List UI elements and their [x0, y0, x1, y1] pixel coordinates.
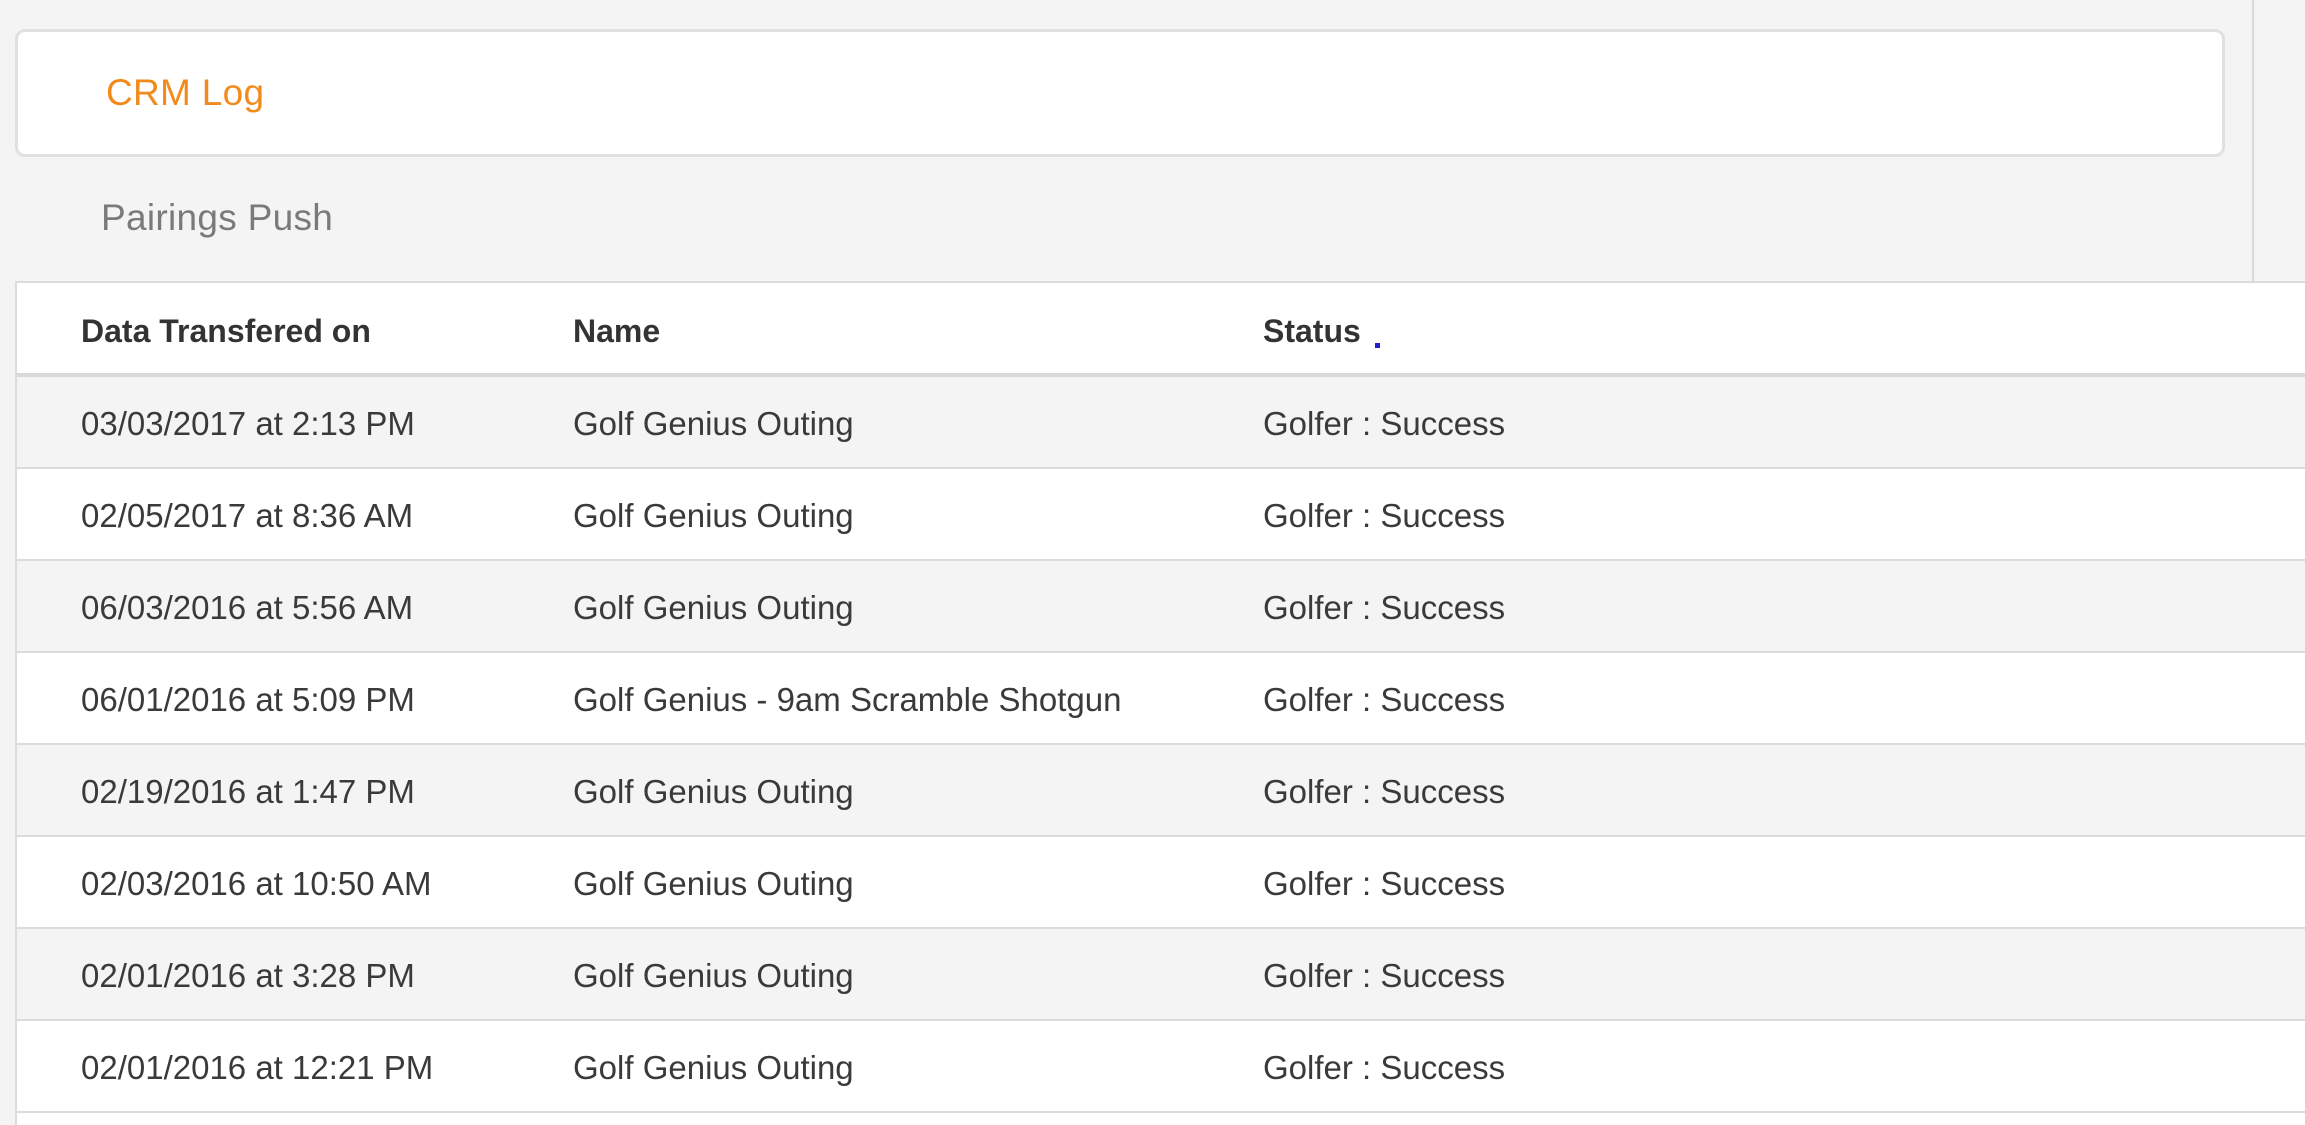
header-status-label: Status	[1263, 313, 1361, 349]
table-row[interactable]: 02/01/2016 at 12:21 PM Golf Genius Outin…	[17, 1021, 2305, 1113]
cell-status: Golfer : Success	[1263, 589, 1506, 626]
cell-name: Golf Genius - 9am Scramble Shotgun	[573, 681, 1122, 718]
cell-date: 02/19/2016 at 1:47 PM	[81, 773, 415, 810]
table-header: Data Transfered on Name Status	[17, 283, 2305, 377]
cell-name: Golf Genius Outing	[573, 865, 854, 902]
sort-indicator-icon	[1374, 343, 1380, 348]
cell-name: Golf Genius Outing	[573, 773, 854, 810]
crm-log-title[interactable]: CRM Log	[106, 72, 264, 114]
cell-date: 02/03/2016 at 10:50 AM	[81, 865, 432, 902]
cell-status: Golfer : Success	[1263, 405, 1506, 442]
cell-date: 02/01/2016 at 3:28 PM	[81, 957, 415, 994]
header-data-transfered-on[interactable]: Data Transfered on	[81, 313, 371, 350]
crm-log-card[interactable]: CRM Log	[15, 29, 2225, 157]
cell-name: Golf Genius Outing	[573, 405, 854, 442]
header-name[interactable]: Name	[573, 313, 660, 350]
cell-date: 06/03/2016 at 5:56 AM	[81, 589, 414, 626]
transfer-table: Data Transfered on Name Status 03/03/201…	[15, 281, 2305, 1125]
header-status[interactable]: Status	[1263, 313, 1380, 350]
cell-date: 06/01/2016 at 5:09 PM	[81, 681, 415, 718]
table-row[interactable]: 06/03/2016 at 5:56 AM Golf Genius Outing…	[17, 561, 2305, 653]
cell-date: 02/05/2017 at 8:36 AM	[81, 497, 414, 534]
cell-name: Golf Genius Outing	[573, 1049, 854, 1086]
cell-status: Golfer : Success	[1263, 865, 1506, 902]
table-row[interactable]: 02/01/2016 at 3:28 PM Golf Genius Outing…	[17, 929, 2305, 1021]
cell-status: Golfer : Success	[1263, 1049, 1506, 1086]
table-row[interactable]: 02/03/2016 at 10:50 AM Golf Genius Outin…	[17, 837, 2305, 929]
cell-status: Golfer : Success	[1263, 681, 1506, 718]
cell-name: Golf Genius Outing	[573, 957, 854, 994]
table-row[interactable]: 06/01/2016 at 5:09 PM Golf Genius - 9am …	[17, 653, 2305, 745]
cell-status: Golfer : Success	[1263, 773, 1506, 810]
cell-name: Golf Genius Outing	[573, 497, 854, 534]
side-divider	[2226, 0, 2254, 283]
cell-date: 03/03/2017 at 2:13 PM	[81, 405, 415, 442]
cell-date: 02/01/2016 at 12:21 PM	[81, 1049, 434, 1086]
page: CRM Log Pairings Push Data Transfered on…	[0, 0, 2305, 1125]
cell-status: Golfer : Success	[1263, 497, 1506, 534]
table-row[interactable]: 02/19/2016 at 1:47 PM Golf Genius Outing…	[17, 745, 2305, 837]
section-title: Pairings Push	[101, 197, 334, 238]
cell-name: Golf Genius Outing	[573, 589, 854, 626]
side-panel	[2256, 0, 2305, 283]
table-row[interactable]: 02/05/2017 at 8:36 AM Golf Genius Outing…	[17, 469, 2305, 561]
table-row[interactable]: 03/03/2017 at 2:13 PM Golf Genius Outing…	[17, 377, 2305, 469]
cell-status: Golfer : Success	[1263, 957, 1506, 994]
